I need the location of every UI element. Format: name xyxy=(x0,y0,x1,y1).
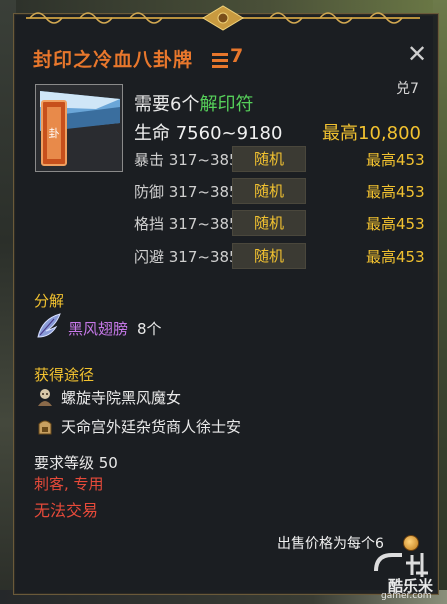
watermark-url: gamer.com xyxy=(381,591,432,601)
trigram-slot: 兑7 xyxy=(396,81,419,97)
trade-restriction: 无法交易 xyxy=(34,501,99,520)
stat-name: 格挡 317~385 xyxy=(134,215,239,233)
class-requirement: 刺客, 专用 xyxy=(34,475,104,493)
hp-stat: 生命 7560~9180 xyxy=(134,123,283,144)
level-requirement: 要求等级 50 xyxy=(34,454,118,472)
source-text: 螺旋寺院黑风魔女 xyxy=(61,389,182,407)
stat-row: 格挡 317~385 随机 最高453 xyxy=(134,210,434,236)
source-text: 天命宫外廷杂货商人徐士安 xyxy=(61,418,242,436)
stat-row: 暴击 317~385 随机 最高453 xyxy=(134,146,434,172)
hp-max: 最高10,800 xyxy=(322,123,421,144)
stat-name: 闪避 317~385 xyxy=(134,248,239,266)
monster-icon xyxy=(38,389,52,406)
stat-max: 最高453 xyxy=(366,183,425,201)
stat-name: 暴击 317~385 xyxy=(134,151,239,169)
enhance-level: 7 xyxy=(230,45,244,67)
decompose-item-qty: 8个 xyxy=(137,320,162,338)
stat-row: 闪避 317~385 随机 最高453 xyxy=(134,243,434,269)
item-title: 封印之冷血八卦牌 xyxy=(33,49,194,71)
decompose-title: 分解 xyxy=(34,292,65,310)
merchant-icon xyxy=(38,420,52,435)
svg-text:卦: 卦 xyxy=(49,126,60,140)
stat-name: 防御 317~385 xyxy=(134,183,239,201)
stat-max: 最高453 xyxy=(366,248,425,266)
random-badge: 随机 xyxy=(232,146,306,172)
unseal-talisman-name: 解印符 xyxy=(199,94,254,115)
wing-icon xyxy=(37,313,61,338)
stat-max: 最高453 xyxy=(366,151,425,169)
decompose-item-name: 黑风翅膀 xyxy=(68,320,129,338)
stat-row: 防御 317~385 随机 最高453 xyxy=(134,178,434,204)
close-icon[interactable]: ✕ xyxy=(404,41,430,67)
stat-max: 最高453 xyxy=(366,215,425,233)
random-badge: 随机 xyxy=(232,210,306,236)
requirement-prefix: 需要6个 xyxy=(134,94,200,115)
sources-title: 获得途径 xyxy=(34,366,95,384)
unseal-requirement: 需要6个解印符 xyxy=(134,90,253,116)
random-badge: 随机 xyxy=(232,243,306,269)
random-badge: 随机 xyxy=(232,178,306,204)
ornament-border-icon xyxy=(26,5,420,31)
enhance-level-icon xyxy=(212,53,228,68)
bagua-card-icon: 卦 xyxy=(35,84,123,172)
